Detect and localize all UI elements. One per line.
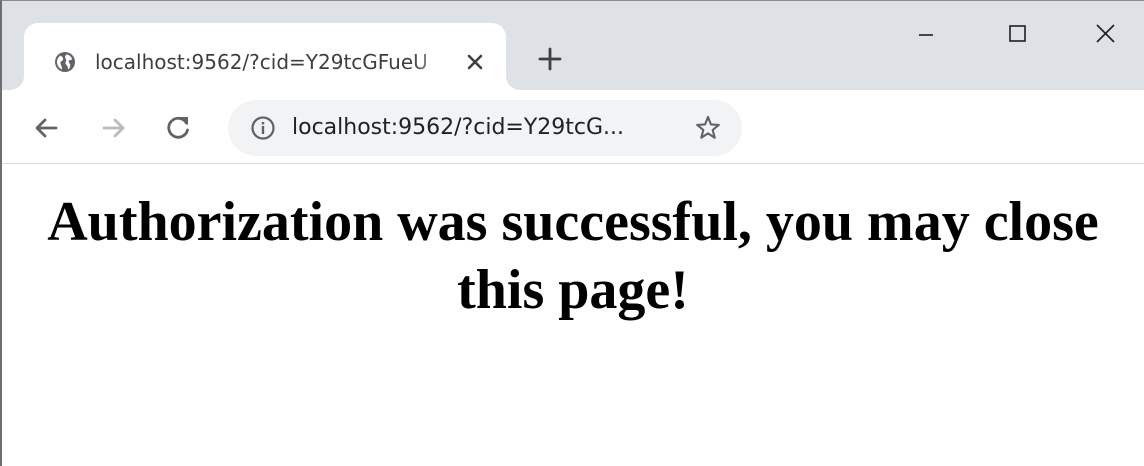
tab-strip: localhost:9562/?cid=Y29tcGFueU (2, 1, 1144, 90)
plus-icon (538, 47, 562, 71)
back-button[interactable] (30, 112, 62, 144)
minimize-button[interactable] (906, 21, 946, 51)
window-close-button[interactable] (1086, 21, 1126, 51)
browser-tab[interactable]: localhost:9562/?cid=Y29tcGFueU (24, 23, 506, 90)
page-content: Authorization was successful, you may cl… (2, 164, 1144, 466)
info-icon[interactable] (250, 115, 276, 141)
browser-window: localhost:9562/?cid=Y29tcGFueU localhost… (0, 0, 1144, 466)
globe-icon (54, 51, 76, 73)
arrow-right-icon (102, 118, 125, 138)
maximize-button[interactable] (998, 21, 1038, 51)
close-tab-icon[interactable] (464, 51, 486, 73)
close-icon (1096, 24, 1115, 43)
maximize-icon (1009, 25, 1026, 42)
address-bar[interactable]: localhost:9562/?cid=Y29tcG... (228, 100, 742, 156)
reload-button[interactable] (162, 112, 194, 144)
url-text[interactable]: localhost:9562/?cid=Y29tcG... (292, 113, 672, 143)
arrow-left-icon (35, 118, 58, 138)
browser-toolbar: localhost:9562/?cid=Y29tcG... (2, 90, 1144, 163)
reload-icon (167, 116, 189, 139)
new-tab-button[interactable] (536, 45, 564, 73)
minimize-icon (919, 34, 933, 36)
star-icon[interactable] (694, 114, 722, 142)
forward-button[interactable] (98, 112, 130, 144)
tab-title: localhost:9562/?cid=Y29tcGFueU (95, 50, 428, 74)
page-heading: Authorization was successful, you may cl… (47, 191, 1099, 321)
